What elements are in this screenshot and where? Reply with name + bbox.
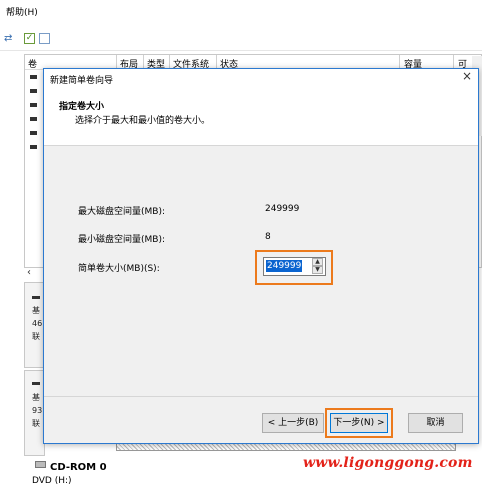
cd-drive-icon (35, 461, 46, 468)
back-button[interactable]: < 上一步(B) (262, 413, 324, 433)
volume-size-input[interactable]: 249999 (266, 260, 303, 272)
min-size-label: 最小磁盘空间量(MB): (78, 235, 165, 245)
watermark: www.ligonggong.com (303, 455, 473, 471)
max-size-label: 最大磁盘空间量(MB): (78, 207, 165, 217)
disk-2-type: 基 (32, 393, 40, 402)
scroll-left-icon[interactable]: ‹ (27, 267, 31, 278)
spin-up-icon[interactable]: ▲ (312, 258, 323, 266)
cancel-button[interactable]: 取消 (408, 413, 463, 433)
volume-row-icon[interactable] (30, 89, 37, 93)
spin-down-icon[interactable]: ▼ (312, 266, 323, 274)
column-separator (116, 55, 117, 69)
volume-row-icon[interactable] (30, 131, 37, 135)
volume-row-icon[interactable] (30, 117, 37, 121)
column-separator (143, 55, 144, 69)
properties-icon[interactable] (39, 33, 50, 44)
menu-bar (0, 0, 482, 20)
column-separator (216, 55, 217, 69)
column-separator (399, 55, 400, 69)
toolbar (0, 28, 482, 51)
disk-1-status: 联 (32, 332, 40, 341)
column-separator (453, 55, 454, 69)
volume-row-icon[interactable] (30, 103, 37, 107)
check-icon[interactable]: ✓ (24, 33, 35, 44)
disk-2-size: 93 (32, 406, 43, 415)
disk-2-status: 联 (32, 419, 40, 428)
step-title: 指定卷大小 (59, 102, 105, 112)
dialog-title: 新建简单卷向导 (50, 76, 114, 86)
disk-1-type: 基 (32, 306, 40, 315)
step-description: 选择介于最大和最小值的卷大小。 (75, 116, 211, 126)
volume-size-label: 简单卷大小(MB)(S): (78, 264, 160, 274)
disk-icon (32, 296, 40, 299)
volume-row-icon[interactable] (30, 145, 37, 149)
unallocated-partition-bar[interactable] (116, 443, 456, 451)
toolbar-arrow-icon[interactable]: ⇄ (4, 33, 16, 44)
min-size-value: 8 (265, 232, 271, 242)
next-button[interactable]: 下一步(N) > (330, 413, 388, 433)
volume-row-icon[interactable] (30, 75, 37, 79)
menu-help[interactable]: 帮助(H) (6, 5, 38, 18)
close-icon[interactable]: × (461, 70, 473, 82)
disk-icon (32, 382, 40, 385)
disk-1-size: 46 (32, 319, 43, 328)
cdrom-drive-label: DVD (H:) (32, 476, 72, 486)
column-separator (169, 55, 170, 69)
cdrom-name: CD-ROM 0 (50, 462, 107, 473)
column-volume[interactable]: 卷 (28, 57, 37, 70)
max-size-value: 249999 (265, 204, 300, 214)
